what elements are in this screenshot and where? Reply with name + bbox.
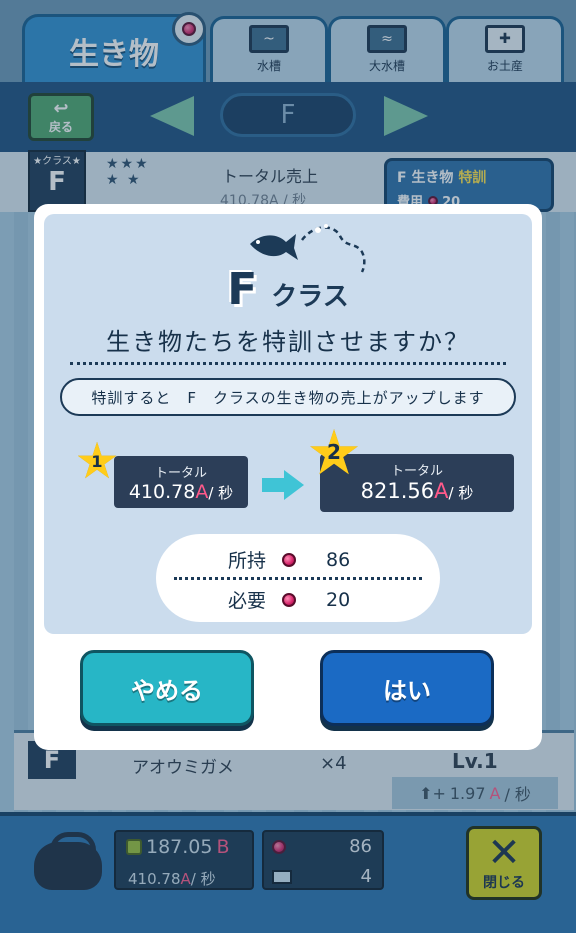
current-total-unit: / 秒 — [208, 484, 234, 502]
current-total-accent: A — [195, 481, 209, 503]
dialog-description: 特訓すると F クラスの生き物の売上がアップします — [60, 378, 516, 416]
gem-icon — [282, 552, 296, 567]
star-icon: ★ 2 — [306, 415, 362, 489]
grade-heading: F クラス — [44, 264, 532, 315]
dialog-question: 生き物たちを特訓させますか？ — [106, 328, 470, 356]
dotted-divider — [70, 362, 506, 365]
gem-holdings: 所持 86 必要 20 — [156, 534, 440, 622]
gem-icon — [282, 592, 296, 607]
owned-label: 所持 — [227, 550, 266, 572]
current-total-label: トータル — [154, 466, 207, 481]
arrow-right-icon — [262, 470, 304, 500]
required-value: 20 — [326, 588, 351, 611]
next-star-number: 2 — [327, 440, 341, 464]
current-total-value: 410.78 — [128, 481, 196, 503]
fish-jump-icon — [250, 224, 366, 273]
cancel-button-label: やめる — [131, 676, 203, 705]
cancel-button[interactable]: やめる — [80, 650, 254, 726]
grade-word: クラス — [271, 282, 349, 312]
next-total-value: 821.56 — [360, 479, 435, 503]
grade-letter: F — [227, 264, 258, 315]
training-dialog: F クラス 生き物たちを特訓させますか？ 特訓すると F クラスの生き物の売上が… — [34, 204, 542, 750]
dialog-description-text: 特訓すると F クラスの生き物の売上がアップします — [91, 388, 485, 407]
current-star-number: 1 — [91, 452, 103, 471]
current-total-box: トータル 410.78A/ 秒 — [114, 456, 248, 508]
confirm-button-label: はい — [383, 676, 431, 705]
next-total-accent: A — [434, 479, 449, 503]
confirm-button[interactable]: はい — [320, 650, 494, 726]
required-label: 必要 — [227, 590, 266, 612]
dialog-content: F クラス 生き物たちを特訓させますか？ 特訓すると F クラスの生き物の売上が… — [44, 214, 532, 634]
next-total-unit: / 秒 — [448, 484, 474, 502]
dotted-divider — [174, 577, 422, 580]
owned-value: 86 — [326, 548, 351, 571]
star-icon: ★ 1 — [74, 432, 120, 490]
